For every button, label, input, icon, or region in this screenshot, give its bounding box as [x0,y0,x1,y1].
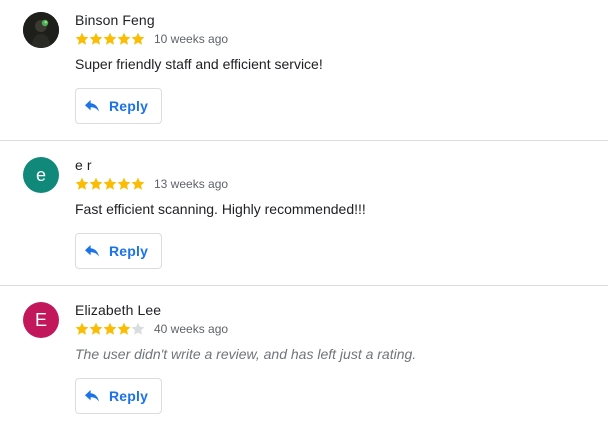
reply-button[interactable]: Reply [75,378,162,414]
star-filled-icon [75,32,89,46]
star-empty-icon [131,322,145,336]
rating-row: 10 weeks ago [75,31,228,47]
star-rating [75,321,145,337]
star-filled-icon [131,32,145,46]
star-filled-icon [103,322,117,336]
review-item: Binson Feng 10 weeks ago Super friendly … [0,0,608,145]
review-item: E Elizabeth Lee 40 weeks ago The user di… [0,290,608,425]
rating-row: 40 weeks ago [75,321,228,337]
review-time: 40 weeks ago [154,322,229,336]
star-filled-icon [117,322,131,336]
reviews-list: Binson Feng 10 weeks ago Super friendly … [0,0,608,425]
star-filled-icon [117,32,131,46]
star-filled-icon [89,32,103,46]
reply-label: Reply [109,98,149,114]
star-filled-icon [103,32,117,46]
avatar[interactable]: e [23,157,59,193]
review-item: e e r 13 weeks ago Fast efficient scanni… [0,145,608,290]
star-filled-icon [131,177,145,191]
divider [0,140,608,141]
review-time: 10 weeks ago [154,32,229,46]
star-filled-icon [103,177,117,191]
reviewer-name[interactable]: Binson Feng [75,12,155,28]
reply-label: Reply [109,388,149,404]
review-text: The user didn't write a review, and has … [75,346,417,362]
avatar[interactable] [23,12,59,48]
reply-arrow-icon [85,100,99,112]
star-filled-icon [89,177,103,191]
star-rating [75,31,145,47]
reply-label: Reply [109,243,149,259]
star-filled-icon [89,322,103,336]
star-filled-icon [117,177,131,191]
star-filled-icon [75,322,89,336]
divider [0,285,608,286]
star-rating [75,176,145,192]
reply-button[interactable]: Reply [75,233,162,269]
reviewer-name[interactable]: Elizabeth Lee [75,302,161,318]
star-filled-icon [75,177,89,191]
reply-arrow-icon [85,245,99,257]
profile-photo-icon [23,12,59,48]
reply-button[interactable]: Reply [75,88,162,124]
avatar[interactable]: E [23,302,59,338]
reply-arrow-icon [85,390,99,402]
rating-row: 13 weeks ago [75,176,228,192]
review-time: 13 weeks ago [154,177,229,191]
reviewer-name[interactable]: e r [75,157,92,173]
review-text: Fast efficient scanning. Highly recommen… [75,201,366,217]
review-text: Super friendly staff and efficient servi… [75,56,323,72]
